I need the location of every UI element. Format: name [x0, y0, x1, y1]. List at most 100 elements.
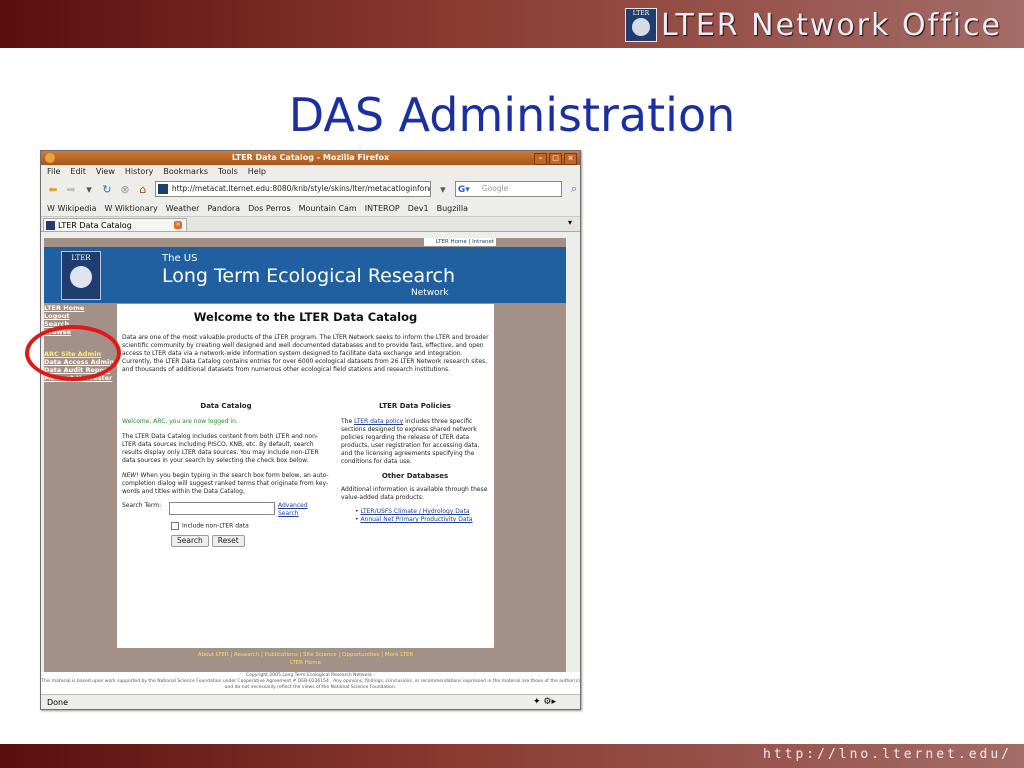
tab-list-icon[interactable]: ▾: [568, 218, 572, 227]
history-dropdown-icon[interactable]: ▾: [83, 183, 95, 196]
browser-window: LTER Data Catalog - Mozilla Firefox – □ …: [40, 150, 581, 710]
home-icon[interactable]: ⌂: [137, 183, 149, 196]
brand-text: LTER Network Office: [660, 7, 1002, 43]
url-dropdown-icon[interactable]: ▾: [437, 183, 449, 196]
data-policies-heading: LTER Data Policies: [379, 402, 451, 410]
tab-favicon-icon: [46, 221, 55, 230]
search-form: Search Term: Advanced Search: [122, 502, 330, 518]
tab-label: LTER Data Catalog: [58, 221, 132, 230]
back-icon[interactable]: ⬅: [47, 183, 59, 196]
footer-home-link[interactable]: LTER Home: [117, 659, 494, 667]
include-non-lter-checkbox[interactable]: [171, 522, 179, 530]
stop-icon[interactable]: ⊗: [119, 183, 131, 196]
forward-icon[interactable]: ➡: [65, 183, 77, 196]
menu-bookmarks[interactable]: Bookmarks: [163, 165, 208, 178]
sidebar-item-lter-home[interactable]: LTER Home: [44, 304, 117, 312]
page-footer: About LTER | Research | Publications | S…: [117, 651, 494, 667]
footer-url: http://lno.lternet.edu/: [762, 747, 1012, 762]
url-bar[interactable]: http://metacat.lternet.edu:8080/knb/styl…: [154, 181, 431, 197]
slide-footer-bar: http://lno.lternet.edu/: [0, 744, 1024, 768]
bookmark-dos-perros[interactable]: Dos Perros: [248, 204, 291, 213]
search-placeholder: Google: [481, 184, 509, 193]
minimize-button[interactable]: –: [534, 153, 547, 165]
menu-bar: File Edit View History Bookmarks Tools H…: [41, 165, 580, 178]
footer-links[interactable]: About LTER | Research | Publications | S…: [117, 651, 494, 659]
top-links[interactable]: LTER Home | Intranet: [424, 238, 496, 246]
close-window-button[interactable]: ×: [564, 153, 577, 165]
page-heading: Welcome to the LTER Data Catalog: [193, 310, 418, 324]
web-page: LTER Home | Intranet LTER The US Long Te…: [44, 238, 566, 672]
welcome-message: Welcome, ARC, you are now logged in.: [122, 418, 238, 425]
menu-help[interactable]: Help: [248, 165, 266, 178]
menu-tools[interactable]: Tools: [218, 165, 238, 178]
url-text: http://metacat.lternet.edu:8080/knb/styl…: [171, 184, 431, 193]
site-favicon-icon: [157, 184, 168, 194]
search-term-label: Search Term:: [122, 502, 162, 509]
addon-status-icons: ✦ ⚙▸: [533, 697, 556, 707]
banner-logo-text: LTER: [71, 254, 91, 262]
status-text: Done: [47, 698, 69, 707]
search-box[interactable]: G▾ Google: [454, 181, 563, 197]
site-banner: LTER The US Long Term Ecological Researc…: [44, 247, 566, 303]
status-bar: Done ✦ ⚙▸: [41, 694, 580, 709]
bookmark-pandora[interactable]: Pandora: [207, 204, 240, 213]
slide-title: DAS Administration: [288, 88, 736, 142]
other-databases-heading: Other Databases: [381, 472, 449, 480]
banner-title: Long Term Ecological Research: [162, 265, 455, 287]
highlight-circle: [25, 325, 121, 381]
menu-history[interactable]: History: [125, 165, 153, 178]
bookmarks-toolbar: W Wikipedia W Wiktionary Weather Pandora…: [41, 200, 580, 217]
sidebar-item-logout[interactable]: Logout: [44, 312, 117, 320]
list-item: • LTER/USFS Climate / Hydrology Data: [355, 508, 470, 515]
reload-icon[interactable]: ↻: [101, 183, 113, 196]
banner-network: Network: [411, 288, 449, 298]
bookmark-dev1[interactable]: Dev1: [408, 204, 429, 213]
bookmark-bugzilla[interactable]: Bugzilla: [437, 204, 468, 213]
main-content: Welcome to the LTER Data Catalog Data ar…: [117, 304, 494, 648]
bookmark-interop[interactable]: INTEROP: [365, 204, 400, 213]
non-lter-option: Include non-LTER data: [171, 522, 330, 531]
firefox-icon: [45, 153, 55, 163]
lter-logo-icon[interactable]: LTER: [61, 251, 101, 300]
nsf-support-text: This material is based upon work support…: [41, 679, 580, 690]
bookmark-weather[interactable]: Weather: [166, 204, 200, 213]
menu-file[interactable]: File: [47, 165, 60, 178]
advanced-search-link[interactable]: Advanced Search: [278, 502, 318, 518]
menu-view[interactable]: View: [96, 165, 115, 178]
data-catalog-column: Data Catalog Welcome, ARC, you are now l…: [122, 402, 330, 547]
climate-hydrology-link[interactable]: LTER/USFS Climate / Hydrology Data: [360, 508, 469, 515]
other-databases-text: Additional information is available thro…: [341, 486, 488, 501]
window-titlebar: LTER Data Catalog - Mozilla Firefox – □ …: [41, 151, 580, 165]
data-policy-link[interactable]: LTER data policy: [354, 418, 403, 425]
maximize-button[interactable]: □: [549, 153, 562, 165]
list-item: • Annual Net Primary Productivity Data: [355, 516, 473, 523]
checkbox-label: Include non-LTER data: [182, 522, 249, 530]
autocomplete-note: NEW! When you begin typing in the search…: [122, 472, 329, 495]
close-tab-icon[interactable]: ×: [174, 221, 182, 229]
search-term-input[interactable]: [169, 502, 275, 515]
window-title: LTER Data Catalog - Mozilla Firefox: [231, 153, 390, 162]
bookmark-wiktionary[interactable]: W Wiktionary: [104, 204, 157, 213]
reset-button[interactable]: Reset: [211, 534, 245, 547]
logo-text: LTER: [632, 10, 650, 17]
search-button[interactable]: Search: [171, 534, 209, 547]
form-buttons: Search Reset: [171, 534, 330, 547]
bookmark-wikipedia[interactable]: W Wikipedia: [47, 204, 96, 213]
search-icon[interactable]: ⌕: [568, 182, 580, 196]
google-icon: G▾: [457, 185, 470, 195]
copyright-notice: Copyright 2005 Long Term Ecological Rese…: [41, 672, 580, 695]
data-catalog-heading: Data Catalog: [200, 402, 252, 410]
tab-strip: LTER Data Catalog × ▾: [41, 217, 580, 232]
navigation-toolbar: ⬅ ➡ ▾ ↻ ⊗ ⌂ http://metacat.lternet.edu:8…: [41, 178, 580, 200]
lter-logo-icon: LTER: [624, 8, 657, 42]
tab-lter-data-catalog[interactable]: LTER Data Catalog ×: [43, 218, 187, 231]
bookmark-mountain-cam[interactable]: Mountain Cam: [299, 204, 357, 213]
npp-data-link[interactable]: Annual Net Primary Productivity Data: [360, 516, 472, 523]
menu-edit[interactable]: Edit: [70, 165, 86, 178]
slide-header-bar: LTER LTER Network Office: [0, 0, 1024, 48]
brand: LTER LTER Network Office: [624, 6, 1002, 44]
policies-text: The LTER data policy includes three spec…: [341, 418, 480, 465]
intro-text: Data are one of the most valuable produc…: [122, 334, 489, 373]
database-links: • LTER/USFS Climate / Hydrology Data • A…: [355, 508, 489, 524]
banner-line1: The US: [162, 253, 198, 264]
